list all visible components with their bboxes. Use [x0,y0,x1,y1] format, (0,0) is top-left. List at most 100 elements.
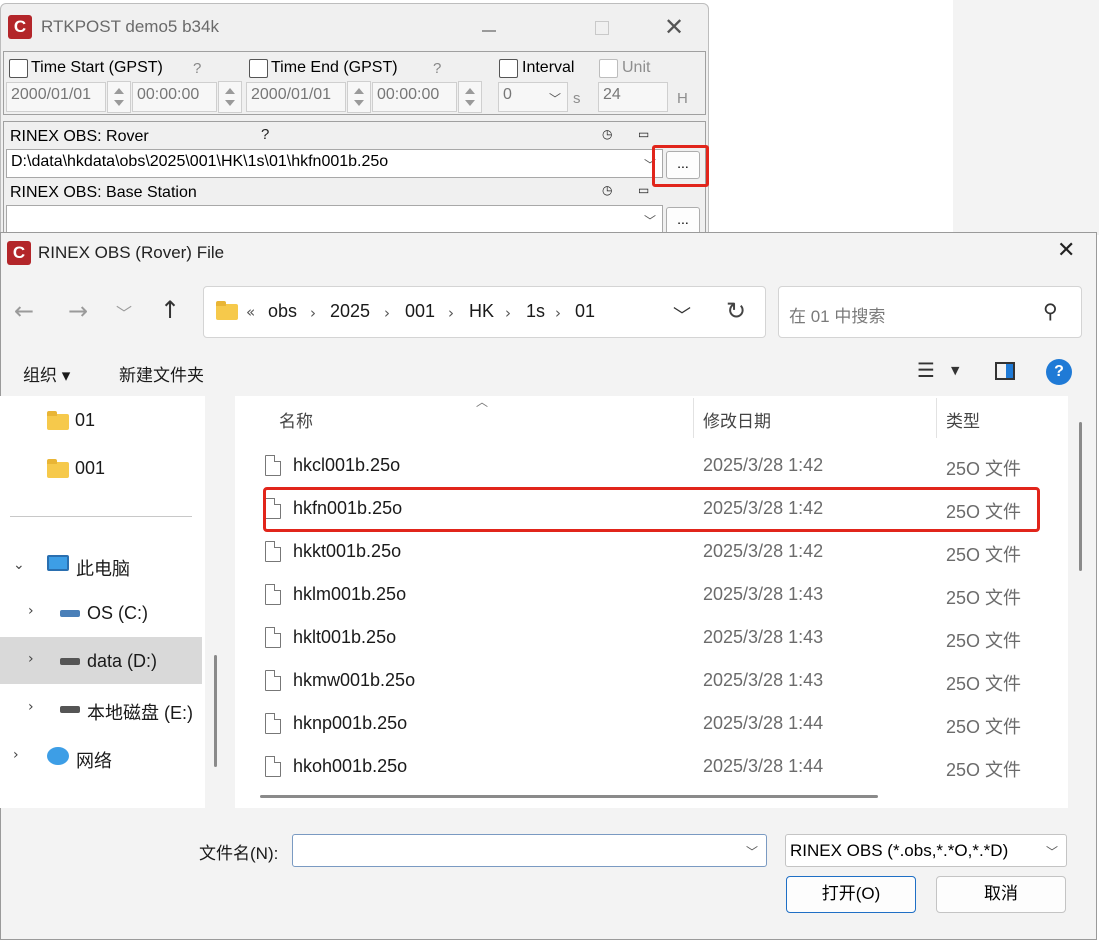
breadcrumb-separator: › [448,304,454,322]
file-type: 25O 文件 [946,760,1022,780]
start-date-field[interactable]: 2000/01/01 [6,82,106,112]
file-row[interactable]: hkcl001b.25o 2025/3/28 1:42 25O 文件 [240,447,1065,485]
new-folder-button[interactable]: 新建文件夹 [119,361,204,386]
base-path-combo[interactable]: ﹀ [6,205,663,234]
file-row[interactable]: hknp001b.25o 2025/3/28 1:44 25O 文件 [240,705,1065,743]
column-header-type[interactable]: 类型 [946,407,980,432]
interval-label: Interval [522,59,575,76]
breadcrumb-item[interactable]: 2025 [330,301,370,322]
map-icon[interactable]: ◷ [602,127,612,141]
chevron-down-icon[interactable]: ﹀ [673,302,691,328]
unit-checkbox[interactable] [599,59,618,78]
file-modified: 2025/3/28 1:42 [703,455,824,475]
end-time-stepper[interactable] [458,81,482,113]
close-icon[interactable]: ✕ [1057,238,1075,263]
back-arrow-icon[interactable]: ← [14,297,34,325]
start-time-field[interactable]: 00:00:00 [132,82,217,112]
file-icon [265,756,281,777]
file-horizontal-scrollbar[interactable] [260,795,878,798]
column-divider[interactable] [693,398,694,438]
expand-icon[interactable]: › [13,747,19,763]
start-time-stepper[interactable] [218,81,242,113]
nav-scrollbar[interactable] [214,655,217,767]
column-header-name[interactable]: 名称 [279,407,313,432]
file-row[interactable]: hkoh001b.25o 2025/3/28 1:44 25O 文件 [240,748,1065,786]
breadcrumb-item[interactable]: 001 [405,301,435,322]
chevron-down-icon[interactable]: ﹀ [116,300,132,324]
end-date-field[interactable]: 2000/01/01 [246,82,346,112]
cancel-button[interactable]: 取消 [936,876,1066,913]
interval-checkbox[interactable] [499,59,518,78]
close-icon[interactable]: ✕ [664,13,684,41]
nav-folder-01[interactable]: 01 [75,410,95,431]
time-start-help[interactable]: ? [193,60,201,77]
unit-label: Unit [622,59,651,76]
file-modified: 2025/3/28 1:43 [703,584,824,604]
filename-input[interactable]: ﹀ [292,834,767,867]
maximize-icon[interactable] [595,21,609,35]
nav-folder-001[interactable]: 001 [75,458,105,479]
help-icon[interactable]: ? [1046,359,1072,385]
breadcrumb-overflow[interactable]: « [246,303,255,321]
end-date-stepper[interactable] [347,81,371,113]
breadcrumb-item[interactable]: 01 [575,301,595,322]
search-icon: ⚲ [1043,299,1058,323]
time-start-checkbox[interactable] [9,59,28,78]
column-divider[interactable] [936,398,937,438]
organize-menu[interactable]: 组织 ▾ [23,361,70,386]
expand-icon[interactable]: ⌄ [13,557,25,573]
nav-this-pc[interactable]: 此电脑 [76,555,130,581]
file-type: 25O 文件 [946,717,1022,737]
file-row[interactable]: hkmw001b.25o 2025/3/28 1:43 25O 文件 [240,662,1065,700]
file-type: 25O 文件 [946,588,1022,608]
unit-field[interactable]: 24 [598,82,668,112]
expand-icon[interactable]: › [28,651,34,667]
filename-label: 文件名(N): [199,844,279,863]
expand-icon[interactable]: › [28,699,34,715]
up-arrow-icon[interactable]: ↑ [160,296,180,324]
chevron-down-icon: ﹀ [745,845,758,859]
file-row[interactable]: hkkt001b.25o 2025/3/28 1:42 25O 文件 [240,533,1065,571]
rover-help[interactable]: ? [261,126,269,143]
refresh-icon[interactable]: ↻ [726,297,746,325]
column-header-modified[interactable]: 修改日期 [703,407,771,432]
time-end-checkbox[interactable] [249,59,268,78]
base-browse-button[interactable]: ... [666,207,700,235]
end-time-field[interactable]: 00:00:00 [372,82,457,112]
file-row[interactable]: hklt001b.25o 2025/3/28 1:43 25O 文件 [240,619,1065,657]
file-name: hkkt001b.25o [293,541,402,561]
nav-drive-d[interactable]: data (D:) [87,651,157,672]
forward-arrow-icon[interactable]: → [68,297,88,325]
highlight-box [263,487,1040,532]
file-row[interactable]: hklm001b.25o 2025/3/28 1:43 25O 文件 [240,576,1065,614]
file-type: 25O 文件 [946,631,1022,651]
file-vertical-scrollbar[interactable] [1079,422,1082,571]
file-name: hkcl001b.25o [293,455,401,475]
breadcrumb-item[interactable]: obs [268,301,297,322]
text-view-icon[interactable]: ▭ [638,127,649,141]
breadcrumb-item[interactable]: HK [469,301,494,322]
preview-pane-icon[interactable] [995,362,1015,380]
open-button[interactable]: 打开(O) [786,876,916,913]
file-name: hknp001b.25o [293,713,408,733]
nav-drive-c[interactable]: OS (C:) [87,603,148,624]
breadcrumb-item[interactable]: 1s [526,301,545,322]
interval-select[interactable]: 0 ﹀ [498,82,568,112]
minimize-icon[interactable] [482,30,496,32]
start-date-stepper[interactable] [107,81,131,113]
expand-icon[interactable]: › [28,603,34,619]
time-end-help[interactable]: ? [433,60,441,77]
rover-browse-button[interactable]: ... [666,151,700,179]
nav-drive-e[interactable]: 本地磁盘 (E:) [87,699,193,725]
chevron-down-icon[interactable]: ▼ [951,364,959,377]
text-view-icon[interactable]: ▭ [638,183,649,197]
file-type-filter[interactable]: RINEX OBS (*.obs,*.*O,*.*D) ﹀ [785,834,1067,867]
file-name: hklm001b.25o [293,584,407,604]
rover-path-combo[interactable]: D:\data\hkdata\obs\2025\001\HK\1s\01\hkf… [6,149,663,178]
file-modified: 2025/3/28 1:42 [703,541,824,561]
breadcrumb-separator: › [555,304,561,322]
nav-network[interactable]: 网络 [76,747,112,773]
search-input[interactable]: 在 01 中搜索 ⚲ [778,286,1082,338]
map-icon[interactable]: ◷ [602,183,612,197]
view-list-icon[interactable]: ☰ [917,358,935,382]
